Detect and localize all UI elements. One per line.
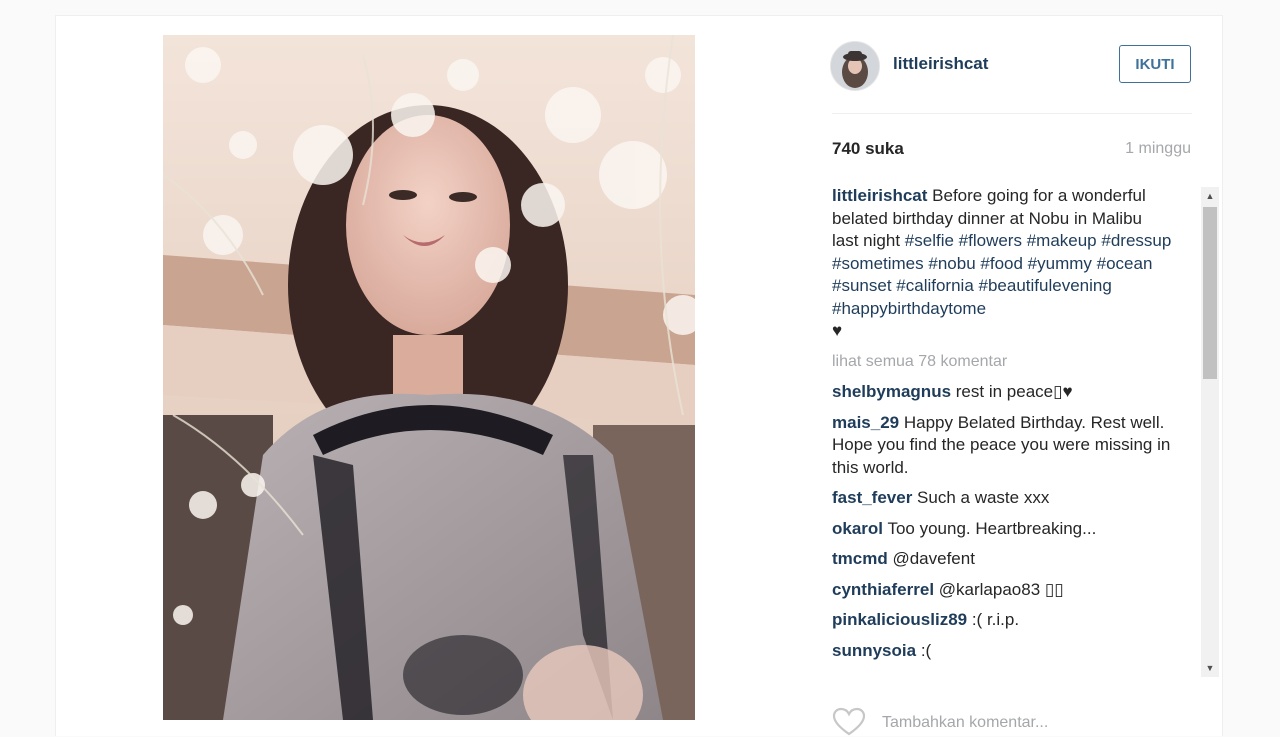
post-photo[interactable] — [163, 35, 695, 720]
hashtag-link[interactable]: #makeup — [1027, 231, 1097, 250]
comment-text: Such a waste xxx — [912, 488, 1050, 507]
comment-username[interactable]: okarol — [832, 519, 883, 538]
comment-item: mais_29 Happy Belated Birthday. Rest wel… — [832, 412, 1172, 480]
comment-item: cynthiaferrel @karlapao83 ▯▯ — [832, 579, 1172, 602]
comments-list[interactable]: littleirishcat Before going for a wonder… — [832, 185, 1192, 675]
comment-username[interactable]: fast_fever — [832, 488, 912, 507]
hashtag-link[interactable]: #beautifulevening — [979, 276, 1112, 295]
hashtag-link[interactable]: #yummy — [1028, 254, 1092, 273]
view-all-comments-link[interactable]: lihat semua 78 komentar — [832, 351, 1172, 374]
hashtag-link[interactable]: #dressup — [1101, 231, 1171, 250]
scrollbar-thumb[interactable] — [1203, 207, 1217, 379]
comment-username[interactable]: mais_29 — [832, 413, 899, 432]
hashtag-link[interactable]: #food — [980, 254, 1023, 273]
follow-button[interactable]: IKUTI — [1119, 45, 1191, 83]
selfie-illustration — [163, 35, 695, 720]
comment-item: okarol Too young. Heartbreaking... — [832, 518, 1172, 541]
post-caption: littleirishcat Before going for a wonder… — [832, 185, 1172, 343]
heart-icon[interactable] — [832, 707, 866, 737]
hashtag-link[interactable]: #ocean — [1097, 254, 1153, 273]
hashtag-link[interactable]: #sometimes — [832, 254, 924, 273]
comment-text: :( r.i.p. — [967, 610, 1020, 629]
comment-text: :( — [916, 640, 932, 660]
add-comment-bar — [832, 707, 1192, 737]
comment-items: shelbymagnus rest in peace▯♥ mais_29 Happ… — [832, 381, 1172, 662]
hashtag-link[interactable]: #happybirthdaytome — [832, 299, 986, 318]
black-heart-emoji: ♥ — [832, 321, 843, 340]
comment-text: Too young. Heartbreaking... — [883, 518, 1097, 538]
comment-username[interactable]: tmcmd — [832, 549, 888, 568]
hashtag-link[interactable]: #flowers — [959, 231, 1022, 250]
avatar[interactable] — [830, 41, 880, 91]
comment-text: rest in peace▯♥ — [951, 382, 1073, 401]
scroll-down-arrow-icon[interactable]: ▼ — [1201, 659, 1219, 677]
hashtag-link[interactable]: #sunset — [832, 276, 892, 295]
comment-item: shelbymagnus rest in peace▯♥ — [832, 381, 1172, 404]
header-divider — [832, 113, 1192, 114]
comment-item: sunnysoia :( — [832, 640, 1172, 663]
comment-username[interactable]: sunnysoia — [832, 641, 916, 660]
caption-username[interactable]: littleirishcat — [832, 186, 927, 205]
comment-text: @davefent — [887, 549, 975, 568]
comment-username[interactable]: cynthiaferrel — [832, 580, 934, 599]
comment-item: tmcmd @davefent — [832, 548, 1172, 571]
comment-item: pinkaliciousliz89 :( r.i.p. — [832, 609, 1172, 632]
hashtag-link[interactable]: #california — [896, 276, 974, 295]
add-comment-input[interactable] — [880, 709, 1184, 737]
likes-count[interactable]: 740 suka — [832, 139, 904, 159]
hashtag-link[interactable]: #nobu — [928, 254, 975, 273]
comments-scrollbar[interactable]: ▲ ▼ — [1201, 187, 1219, 677]
comment-username[interactable]: shelbymagnus — [832, 382, 951, 401]
comment-text: @karlapao83 ▯▯ — [934, 579, 1064, 599]
post-author-username[interactable]: littleirishcat — [893, 54, 988, 74]
comment-item: fast_fever Such a waste xxx — [832, 487, 1172, 510]
scroll-up-arrow-icon[interactable]: ▲ — [1201, 187, 1219, 205]
comment-username[interactable]: pinkaliciousliz89 — [832, 610, 967, 629]
post-sidebar: littleirishcat IKUTI 740 suka 1 minggu l… — [830, 35, 1219, 737]
post-header: littleirishcat IKUTI — [830, 35, 1192, 97]
avatar-image — [831, 42, 879, 90]
hashtag-link[interactable]: #selfie — [905, 231, 954, 250]
post-time[interactable]: 1 minggu — [1125, 140, 1191, 158]
